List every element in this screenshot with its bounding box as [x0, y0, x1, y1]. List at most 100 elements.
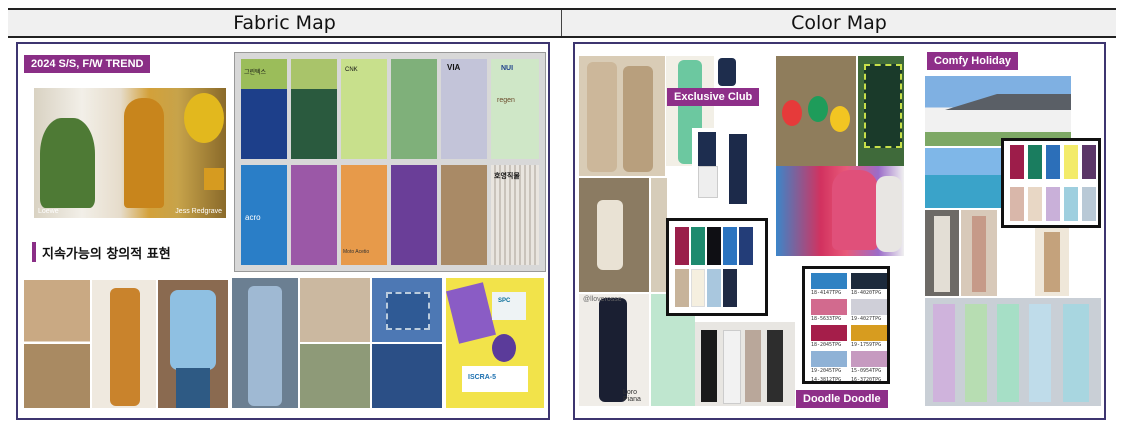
swatch-code: 15-0954TPG — [851, 368, 882, 374]
doodle-doodle-swatches: 18-4147TPG 18-4020TPG 18-5633TPG 19-4027… — [802, 266, 890, 384]
swatch-card — [291, 165, 337, 265]
color-swatch — [1046, 187, 1060, 221]
denim-shirt-image — [158, 280, 228, 408]
swatch-code: 19-2045TPG — [811, 368, 842, 374]
figure-shape — [972, 216, 986, 292]
color-map-title: Color Map — [791, 12, 887, 34]
color-swatch — [1046, 145, 1060, 179]
cafe-scene-image — [579, 178, 649, 292]
figure-shape — [1029, 304, 1051, 402]
swatch-code: 19-4027TPG — [851, 316, 882, 322]
knit-set-image — [579, 56, 665, 176]
swatch-code: 14-3812TPG — [811, 377, 842, 383]
pool-image — [925, 148, 1005, 208]
cardigan-shape — [864, 64, 902, 148]
color-swatch — [723, 227, 737, 265]
color-swatch — [1064, 187, 1078, 221]
color-swatch — [1064, 145, 1078, 179]
accessory-label: SPC — [498, 298, 511, 304]
swatch-code: 19-1759TPG — [851, 342, 882, 348]
color-swatch — [1028, 187, 1042, 221]
shirt-shape — [170, 290, 216, 370]
figure-shape — [587, 62, 617, 172]
trend-tag: 2024 S/S, F/W TREND — [24, 55, 151, 73]
heading-accent-bar — [32, 242, 36, 262]
swatch-code: 18-4147TPG — [811, 290, 842, 296]
color-swatch — [739, 227, 753, 265]
fabric-map-title: Fabric Map — [233, 12, 336, 34]
photo-caption-brand: Loro Piana — [623, 389, 641, 403]
figure-shape — [965, 304, 987, 402]
bag-shape — [204, 168, 224, 190]
photo-caption-handle: @lloverosse — [583, 296, 622, 303]
inspiration-collage-image: Loewe Jess Redgrave — [34, 88, 226, 218]
color-swatch — [851, 325, 887, 341]
dress-shape — [729, 134, 747, 204]
white-skirt-image — [692, 128, 722, 214]
sustainability-heading: 지속가능의 창의적 표현 — [42, 247, 171, 262]
holiday-look-image — [961, 210, 997, 296]
swatch-code: 18-5633TPG — [811, 316, 842, 322]
camo-skirt-image — [300, 344, 370, 408]
color-swatch — [707, 227, 721, 265]
pastel-runway-image — [925, 298, 1101, 406]
color-swatch — [1028, 145, 1042, 179]
comfy-holiday-swatches — [1001, 138, 1101, 228]
denim-dress-shape — [248, 286, 282, 406]
swatch-card-header — [291, 59, 337, 89]
color-swatch — [811, 273, 847, 289]
denim-patch-image — [372, 278, 442, 342]
collage-caption-right: Jess Redgrave — [175, 208, 222, 215]
navy-dress-image — [724, 128, 752, 214]
figure-shape — [1044, 232, 1060, 292]
top-shape — [698, 132, 716, 166]
color-swatch — [707, 269, 721, 307]
color-swatch — [1010, 187, 1024, 221]
color-swatch — [1082, 145, 1096, 179]
plant-shape — [40, 118, 95, 208]
figure-shape — [933, 304, 955, 402]
cardigan-image — [858, 56, 904, 166]
navy-knit-image: @lloverosse Loro Piana — [579, 294, 649, 406]
swatch-label: VIA — [447, 63, 461, 72]
jeans-shape — [176, 368, 210, 408]
sweater-image — [714, 56, 740, 90]
eco-accessories-image: SPC ISCRA-5 — [446, 278, 544, 408]
figure-shape — [997, 304, 1019, 402]
holiday-look-image — [925, 210, 959, 296]
swatch-label: CNK — [345, 67, 358, 73]
skirt-shape — [698, 166, 718, 198]
card-shape — [492, 292, 526, 320]
swatch-label: acro — [245, 213, 261, 222]
swatch-code: 16-3720TPG — [851, 377, 882, 383]
color-swatch — [811, 351, 847, 367]
sunflower-shape — [184, 93, 224, 143]
doodle-shape — [830, 106, 850, 132]
roof-shape — [945, 94, 1071, 110]
comfy-holiday-tag: Comfy Holiday — [927, 52, 1019, 70]
swatch-card — [441, 59, 487, 159]
holiday-look-image — [1035, 228, 1069, 296]
fabric-swatch-board: 그린텍스 CNK VIA NUI regen acro Moto Acetio … — [234, 52, 546, 272]
swatch-label: NUI — [501, 65, 514, 72]
exclusive-club-swatches — [666, 218, 768, 316]
collage-caption-left: Loewe — [38, 208, 59, 215]
accessory-label: ISCRA-5 — [468, 374, 497, 381]
figure-shape — [745, 330, 761, 402]
sweater-shape — [718, 58, 736, 86]
swatch-label: 그린텍스 — [244, 70, 267, 76]
figure-shape — [124, 98, 164, 208]
pants-shape — [110, 288, 140, 406]
figure-shape — [767, 330, 783, 402]
color-swatch — [691, 227, 705, 265]
card-shape — [446, 282, 496, 344]
swatch-label: 호영직물 — [494, 173, 520, 180]
denim-heart-image — [372, 344, 442, 408]
graffiti-hoodie-image — [776, 166, 904, 256]
swatch-code: 18-4020TPG — [851, 290, 882, 296]
color-swatch — [851, 273, 887, 289]
exclusive-club-tag: Exclusive Club — [667, 88, 760, 106]
swatch-card — [391, 59, 437, 159]
wide-pants-image — [92, 280, 156, 408]
color-swatch — [675, 269, 689, 307]
